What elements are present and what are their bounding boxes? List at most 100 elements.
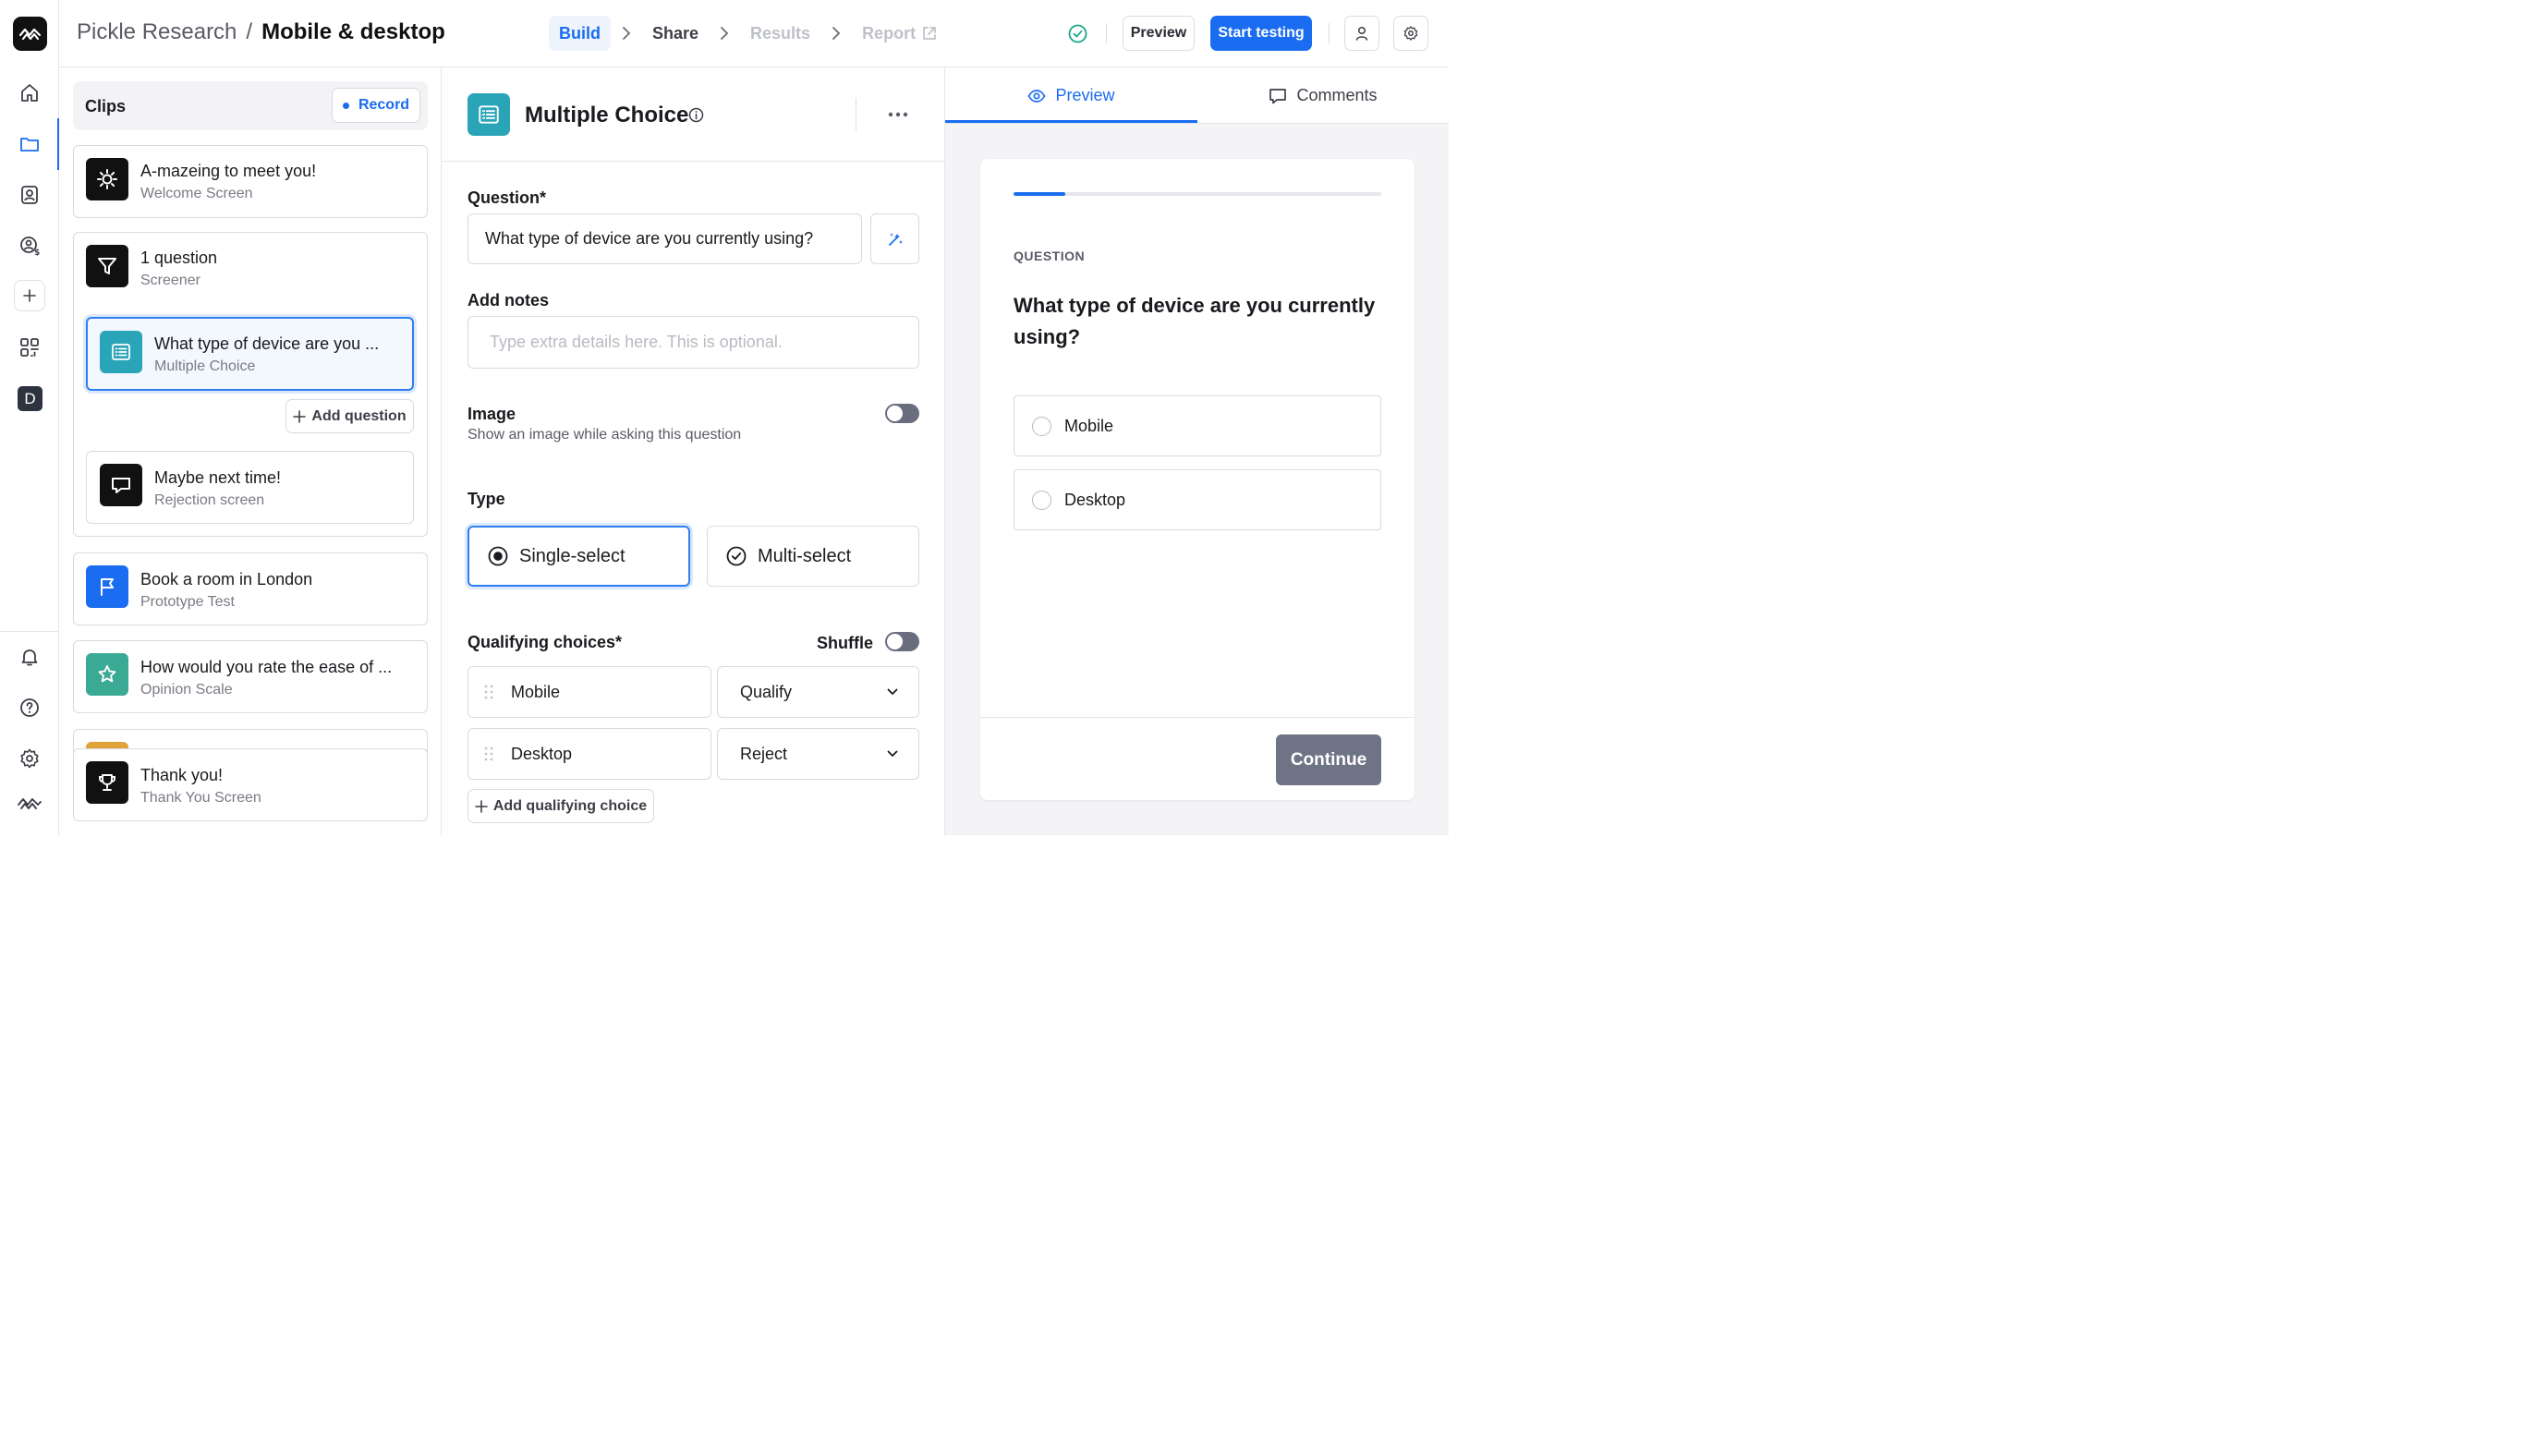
contacts-icon[interactable] xyxy=(13,178,46,212)
study-settings-button[interactable] xyxy=(1393,16,1428,51)
clip-subtitle: Prototype Test xyxy=(140,594,235,610)
tab-comments[interactable]: Comments xyxy=(1197,67,1449,124)
check-circle-icon xyxy=(726,546,747,566)
participants-money-icon[interactable]: $ xyxy=(13,229,46,262)
home-icon[interactable] xyxy=(13,77,46,110)
preview-kicker: QUESTION xyxy=(1014,249,1086,263)
choice-action-value: Qualify xyxy=(740,682,793,701)
choice-action-value: Reject xyxy=(740,744,788,763)
preview-button[interactable]: Preview xyxy=(1123,16,1195,51)
list-icon xyxy=(468,93,510,136)
image-toggle[interactable] xyxy=(885,404,919,423)
step-results[interactable]: Results xyxy=(740,16,820,51)
share-user-button[interactable] xyxy=(1344,16,1379,51)
clip-title: A-mazeing to meet you! xyxy=(140,162,317,180)
info-icon[interactable] xyxy=(688,107,704,123)
bell-icon[interactable] xyxy=(13,640,46,673)
breadcrumb-separator: / xyxy=(246,19,253,44)
gear-icon xyxy=(1403,26,1418,41)
toggle-knob xyxy=(887,634,903,649)
plus-icon xyxy=(475,799,488,813)
breadcrumb-project[interactable]: Pickle Research xyxy=(77,19,237,45)
tab-preview[interactable]: Preview xyxy=(945,67,1197,124)
block-editor xyxy=(442,67,945,835)
clip-subtitle: Screener xyxy=(140,273,200,288)
step-share[interactable]: Share xyxy=(642,16,709,51)
choice-label: Desktop xyxy=(511,744,573,763)
image-description: Show an image while asking this question xyxy=(468,427,742,443)
chat-icon xyxy=(100,464,142,506)
brand-mark-icon xyxy=(13,787,46,820)
drag-handle-icon[interactable] xyxy=(484,685,493,699)
clip-title: Book a room in London xyxy=(140,570,313,588)
step-build[interactable]: Build xyxy=(549,16,611,51)
saved-check-icon xyxy=(1068,24,1087,43)
apps-icon[interactable] xyxy=(13,331,46,364)
trophy-icon xyxy=(86,761,128,804)
choice-action-select[interactable]: Reject xyxy=(717,728,919,780)
more-options-icon[interactable] xyxy=(883,103,913,126)
add-icon[interactable] xyxy=(14,280,45,311)
settings-icon[interactable] xyxy=(13,742,46,775)
image-label: Image xyxy=(468,405,516,423)
start-testing-button[interactable]: Start testing xyxy=(1210,16,1312,51)
preview-progress-bar xyxy=(1014,192,1381,196)
breadcrumb-study[interactable]: Mobile & desktop xyxy=(261,19,445,45)
rail-divider xyxy=(0,631,59,632)
record-dot-icon xyxy=(342,102,349,109)
plus-icon xyxy=(293,409,307,423)
progress-fill xyxy=(1014,192,1065,196)
block-title: Multiple Choice xyxy=(525,103,689,127)
list-icon xyxy=(100,331,142,373)
tab-preview-label: Preview xyxy=(1055,86,1115,104)
shuffle-toggle[interactable] xyxy=(885,632,919,651)
toggle-knob xyxy=(887,406,903,421)
app-logo-icon[interactable] xyxy=(13,17,47,51)
clip-title[interactable]: 1 question xyxy=(140,249,217,268)
clips-title: Clips xyxy=(85,97,127,115)
continue-button[interactable]: Continue xyxy=(1276,734,1381,785)
preview-option[interactable]: Desktop xyxy=(1014,469,1381,530)
clip-subtitle: Opinion Scale xyxy=(140,682,233,698)
single-select-label: Single-select xyxy=(519,545,625,566)
clip-subtitle: Welcome Screen xyxy=(140,186,253,201)
clip-title: How would you rate the ease of ... xyxy=(140,658,393,676)
tab-comments-label: Comments xyxy=(1296,86,1378,104)
comment-icon xyxy=(1269,88,1287,103)
notes-label: Add notes xyxy=(468,291,549,309)
drag-handle-icon[interactable] xyxy=(484,746,493,761)
qualifying-choices-label: Qualifying choices* xyxy=(468,633,623,651)
choice-row[interactable]: Desktop xyxy=(468,728,711,780)
choice-label: Mobile xyxy=(511,682,561,701)
sun-icon xyxy=(86,158,128,200)
question-label: Question* xyxy=(468,188,547,207)
single-select-option[interactable]: Single-select xyxy=(468,526,690,587)
eye-icon xyxy=(1028,89,1046,103)
user-icon xyxy=(1355,26,1368,41)
choice-row[interactable]: Mobile xyxy=(468,666,711,718)
clip-subtitle: Multiple Choice xyxy=(154,358,256,374)
header-divider xyxy=(1329,23,1330,43)
clip-title: Thank you! xyxy=(140,766,224,784)
multi-select-option[interactable]: Multi-select xyxy=(707,526,919,587)
add-question-button[interactable]: Add question xyxy=(285,399,414,433)
radio-selected-icon xyxy=(488,546,508,566)
record-label: Record xyxy=(358,97,410,113)
folder-icon[interactable] xyxy=(13,127,46,161)
record-button[interactable]: Record xyxy=(332,88,420,123)
add-question-label: Add question xyxy=(311,407,407,424)
header-divider xyxy=(1106,23,1107,43)
chevron-down-icon xyxy=(887,750,898,757)
preview-question: What type of device are you currently us… xyxy=(1014,294,1376,348)
ai-rewrite-button[interactable] xyxy=(870,213,919,264)
preview-option[interactable]: Mobile xyxy=(1014,395,1381,456)
notes-input[interactable] xyxy=(468,316,919,369)
help-icon[interactable] xyxy=(13,691,46,724)
workspace-avatar[interactable]: D xyxy=(18,386,43,411)
step-report[interactable]: Report xyxy=(852,16,948,51)
add-choice-label: Add qualifying choice xyxy=(492,797,648,814)
choice-action-select[interactable]: Qualify xyxy=(717,666,919,718)
add-qualifying-choice-button[interactable]: Add qualifying choice xyxy=(468,789,654,823)
question-input[interactable] xyxy=(468,213,862,264)
clip-subtitle: Thank You Screen xyxy=(140,790,261,806)
